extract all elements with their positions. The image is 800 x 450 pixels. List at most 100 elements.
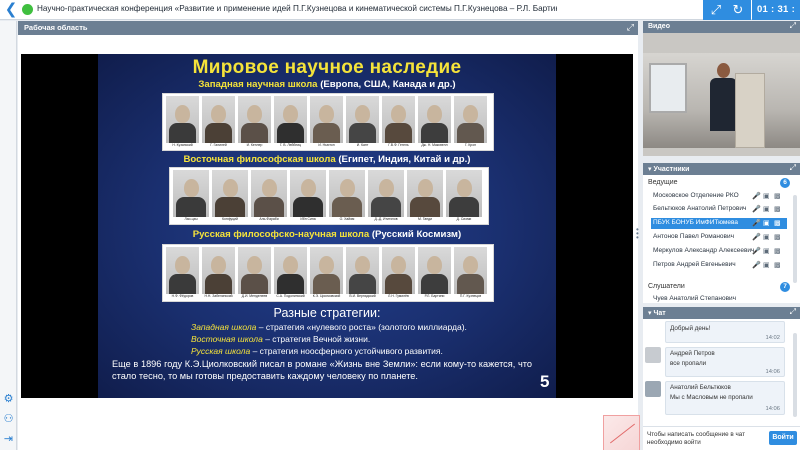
refresh-icon[interactable]: ↻ (729, 2, 747, 18)
chat-message: Анатолий Бельтюков Мы с Масловым не проп… (643, 381, 793, 415)
portrait-name: С.А. Подолинский (276, 294, 305, 298)
participant-name: Антонов Павел Романович (653, 233, 734, 240)
hosts-count: 6 (780, 178, 790, 188)
russian-school-region: (Русский Космизм) (371, 229, 462, 240)
settings-icon[interactable]: ⚙ (2, 393, 15, 406)
strategies-title: Разные стратегии: (273, 306, 381, 320)
portrait-name: Дж. Н. Максвелл (421, 143, 448, 147)
participant-name: Петров Андрей Евгеньевич (653, 261, 736, 268)
message-text: все пропали (670, 360, 707, 367)
slide-content: Мировое научное наследие Западная научна… (98, 54, 556, 398)
participant-row[interactable]: Бельтюков Анатолий Петрович 🎤 ▣ ▩ (651, 204, 787, 215)
expand-icon[interactable]: ⤢ (790, 163, 796, 173)
participant-name: Чуев Анатолий Степанович (653, 295, 737, 302)
message-time: 14:02 (765, 335, 780, 341)
portrait-name: Д.И. Менделеев (241, 294, 268, 298)
chat-footer: Чтобы написать сообщение в чат необходим… (643, 426, 800, 450)
portrait-tile (202, 247, 235, 294)
chat-message: Андрей Петров все пропали 14:06 (643, 347, 793, 377)
hosts-label: Ведущие (648, 179, 678, 186)
video-header: Видео ⤢ (643, 21, 800, 33)
listeners-label: Слушатели (648, 283, 685, 290)
avatar (645, 347, 661, 363)
portrait-name: И. Кант (356, 143, 369, 147)
portrait-name: Ибн Сина (300, 217, 316, 221)
mic-icon: 🎤 (752, 220, 761, 227)
portrait-tile (166, 96, 199, 143)
screen-icon: ▩ (774, 248, 781, 255)
expand-icon[interactable]: ⤢ (627, 22, 634, 33)
portrait-name: П.Г. Кузнецов (459, 294, 482, 298)
participant-row[interactable]: Петров Андрей Евгеньевич 🎤 ▣ ▩ (651, 260, 787, 271)
expand-icon[interactable]: ⤢ (790, 21, 796, 31)
chat-message: Добрый день! 14:02 (643, 321, 793, 343)
conference-title: Научно-практическая конференция «Развити… (37, 4, 557, 13)
western-school-heading: Западная научная школа (Европа, США, Кан… (98, 79, 556, 90)
portrait-tile (407, 170, 443, 217)
portrait-name: Г. Галилей (210, 143, 227, 147)
participant-name: ПБУК БОНУБ ИмФИТюмева (653, 219, 738, 226)
portrait-name: Конфуций (222, 217, 238, 221)
participant-row-selected[interactable]: ПБУК БОНУБ ИмФИТюмева 🎤 ▣ ▩ (651, 218, 787, 229)
participant-row[interactable]: Московское Отделение РКО 🎤 ▣ ▩ (651, 191, 787, 202)
portrait-tile (446, 170, 482, 217)
portrait-name: И. Кеплер (246, 143, 263, 147)
russian-school-label: Русская философско-научная школа (192, 229, 370, 240)
portrait-name: Г. В. Лейбниц (279, 143, 302, 147)
fullscreen-icon[interactable]: ⤢ (707, 2, 725, 18)
portrait-name: И. Ньютон (318, 143, 335, 147)
presentation-slide: Мировое научное наследие Западная научна… (21, 54, 633, 398)
russian-school-heading: Русская философско-научная школа (Русски… (98, 229, 556, 240)
online-status-indicator (22, 4, 33, 15)
portrait-name: Аль-Фараби (259, 217, 279, 221)
message-time: 14:06 (765, 406, 780, 412)
participants-title: ▾ Участники (648, 165, 690, 173)
portrait-tile (418, 247, 451, 294)
message-time: 14:06 (765, 369, 780, 375)
expand-icon[interactable]: ⤢ (790, 307, 796, 317)
portrait-tile (454, 96, 487, 143)
mic-icon: 🎤 (752, 248, 761, 255)
avatar (645, 381, 661, 397)
toolbar-actions: ⤢ ↻ (703, 0, 751, 20)
strategy-russian-text: – стратегия ноосферного устойчивого разв… (250, 346, 443, 356)
portrait-tile (238, 247, 271, 294)
participants-scrollbar[interactable] (793, 195, 797, 283)
portrait-name: Г.В.Ф. Гегель (388, 143, 409, 147)
login-button[interactable]: Войти (769, 431, 797, 445)
portrait-name: К.Э. Циолковский (312, 294, 341, 298)
portrait-tile (346, 247, 379, 294)
strategy-russian: Русская школа – стратегия ноосферного ус… (191, 346, 443, 356)
participants-header[interactable]: ▾ Участники ⤢ (643, 163, 800, 175)
camera-icon: ▣ (763, 234, 770, 241)
speaker-silhouette (709, 63, 737, 131)
session-timer: 01 : 31 : 32 (752, 0, 800, 35)
video-stream[interactable] (643, 33, 800, 156)
screen-icon: ▩ (774, 220, 781, 227)
strategy-eastern: Восточная школа – стратегия Вечной жизни… (191, 334, 370, 344)
screen-icon: ▩ (774, 193, 781, 200)
eastern-school-heading: Восточная философская школа (Египет, Инд… (98, 154, 556, 165)
participant-name: Бельтюков Анатолий Петрович (653, 205, 747, 212)
portrait-tile (212, 170, 248, 217)
users-icon[interactable]: ⚇ (2, 413, 15, 426)
portrait-name: Н. Кузанский (172, 143, 193, 147)
portrait-name: Н.Н. Забелинский (204, 294, 233, 298)
portrait-name: Л.Н. Гумилёв (388, 294, 409, 298)
participant-row[interactable]: Чуев Анатолий Степанович (651, 294, 787, 303)
chat-title: ▾ Чат (648, 309, 666, 317)
participants-title-text: Участники (653, 165, 690, 173)
slide-thumbnail[interactable] (603, 415, 640, 450)
workspace-header: Рабочая область ⤢ (18, 21, 638, 35)
chat-header[interactable]: ▾ Чат ⤢ (643, 307, 800, 319)
russian-portraits: Н.Ф. Фёдоров Н.Н. Забелинский Д.И. Менделе… (162, 244, 494, 302)
back-icon[interactable]: ❮ (4, 2, 18, 18)
chat-scrollbar[interactable] (793, 333, 797, 417)
workspace-panel: Рабочая область ⤢ Мировое научное наслед… (18, 21, 640, 450)
participant-row[interactable]: Антонов Павел Романович 🎤 ▣ ▩ (651, 232, 787, 243)
panel-resize-handle[interactable]: • • • (636, 226, 640, 242)
participants-panel: Ведущие 6 Московское Отделение РКО 🎤 ▣ ▩… (643, 175, 800, 303)
participant-row[interactable]: Меркулов Александр Алексеевич 🎤 ▣ ▩ (651, 246, 787, 257)
strategy-eastern-text: – стратегия Вечной жизни. (262, 334, 371, 344)
logout-icon[interactable]: ⇥ (2, 433, 15, 446)
